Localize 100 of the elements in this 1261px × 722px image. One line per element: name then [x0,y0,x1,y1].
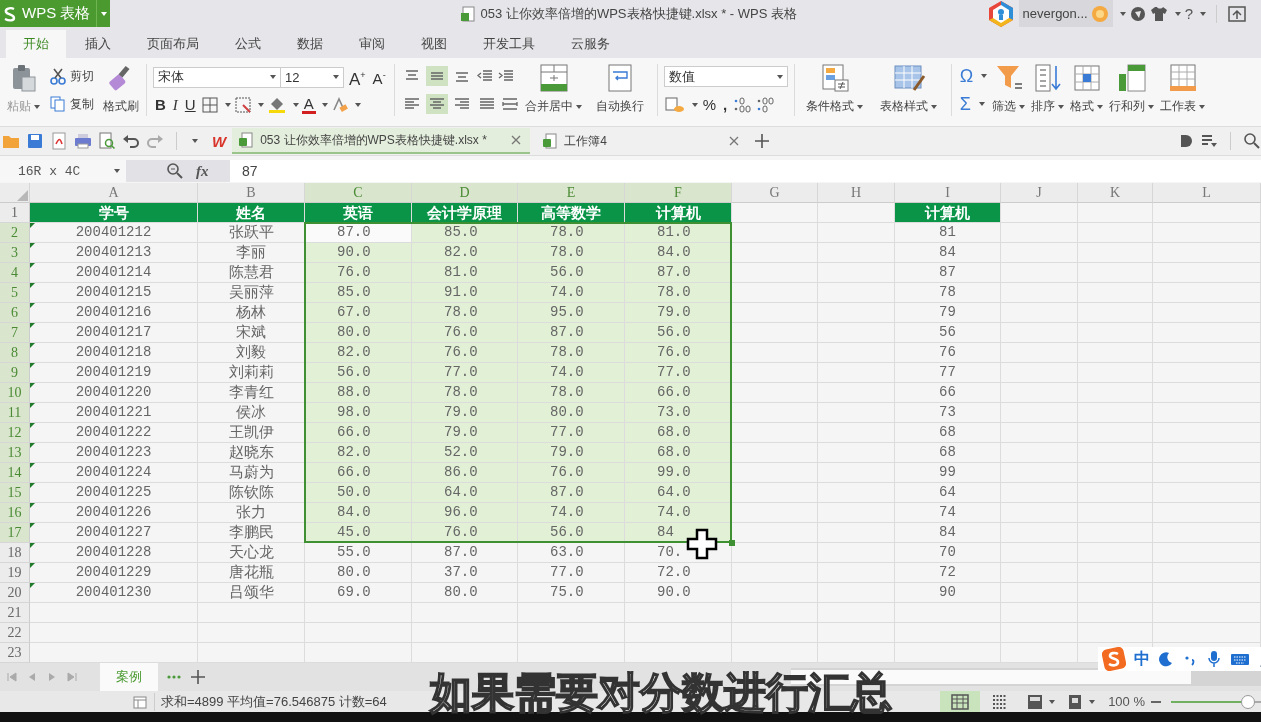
table-cell: 84 [895,523,1001,543]
sheet-tab[interactable]: 案例 [100,663,158,691]
app-logo[interactable]: W [212,132,227,150]
column-header[interactable]: C [305,183,412,203]
function-label[interactable]: fx [196,162,209,180]
sheet-button[interactable]: 工作表 [1157,58,1209,126]
app-menu-button[interactable]: WPS 表格 [0,0,96,27]
menu-tab[interactable]: 视图 [404,30,464,58]
row-header[interactable]: 19 [0,563,30,583]
cut-button[interactable]: 剪切 [49,67,94,85]
menu-tab[interactable]: 审阅 [342,30,402,58]
name-box[interactable]: 16R x 4C [0,160,126,182]
row-header[interactable]: 13 [0,443,30,463]
format-painter-button[interactable]: 格式刷 [100,58,142,126]
table-cell: 77 [895,363,1001,383]
column-header[interactable]: H [818,183,895,203]
table-cell: 82.0 [305,443,412,463]
table-cell: 76.0 [412,523,518,543]
document-tab[interactable]: 工作簿4 [536,128,749,154]
table-cell: 37.0 [412,563,518,583]
menu-tab[interactable]: 插入 [68,30,128,58]
font-color-button[interactable]: A [301,96,316,115]
column-header[interactable]: A [30,183,198,203]
column-header[interactable]: L [1153,183,1261,203]
table-cell: 78 [895,283,1001,303]
row-header[interactable]: 8 [0,343,30,363]
underline-button[interactable]: U [182,96,198,115]
symbol-button[interactable]: Ω [957,67,976,85]
table-cell: 95.0 [518,303,625,323]
row-header[interactable]: 20 [0,583,30,603]
row-header[interactable]: 2 [0,223,30,243]
table-style-button[interactable]: 表格样式 [870,58,947,126]
percent-button[interactable]: % [700,95,718,114]
help-button[interactable]: ? [1184,5,1193,22]
row-header[interactable]: 14 [0,463,30,483]
row-header[interactable]: 7 [0,323,30,343]
account-button[interactable]: nevergon... [1018,0,1113,27]
number-format-field[interactable]: 数值 [663,66,788,88]
column-header[interactable]: D [412,183,518,203]
table-cell: 82.0 [412,243,518,263]
input-mode[interactable]: 中 [1134,648,1150,670]
row-header[interactable]: 5 [0,283,30,303]
table-cell: 85.0 [412,223,518,243]
merge-center-button[interactable]: 合并居中 [520,58,587,126]
table-cell: 200401220 [30,383,198,403]
column-header[interactable]: E [518,183,625,203]
menu-tab[interactable]: 数据 [280,30,340,58]
grow-font-button[interactable]: A$^{+}$ [347,65,368,89]
table-cell: 96.0 [412,503,518,523]
sum-button[interactable]: Σ [957,95,973,113]
ime-toolbar[interactable]: 中 [1098,647,1261,671]
table-cell: 85.0 [305,283,412,303]
table-cell: 李青红 [198,383,305,403]
menu-tab[interactable]: 云服务 [554,30,627,58]
bold-button[interactable]: B [153,96,168,115]
font-size-field[interactable]: 12 [280,66,344,88]
row-header[interactable]: 18 [0,543,30,563]
row-header[interactable]: 12 [0,423,30,443]
shrink-font-button[interactable]: A$^{-}$ [370,66,388,89]
conditional-format-button[interactable]: 条件格式 [798,58,871,126]
document-tab[interactable]: 053 让你效率倍增的WPS表格快捷键.xlsx * [232,128,531,154]
row-header[interactable]: 9 [0,363,30,383]
sort-button[interactable]: 排序 [1028,58,1068,126]
font-name-field[interactable]: 宋体 [153,66,281,88]
header-cell: 计算机 [625,203,732,223]
copy-button[interactable]: 复制 [49,95,94,113]
row-header[interactable]: 10 [0,383,30,403]
column-header[interactable]: B [198,183,305,203]
row-header[interactable]: 17 [0,523,30,543]
row-header[interactable]: 4 [0,263,30,283]
table-cell: 68 [895,423,1001,443]
row-header[interactable]: 3 [0,243,30,263]
rowcol-button[interactable]: 行和列 [1106,58,1158,126]
row-header[interactable]: 22 [0,623,30,643]
row-header[interactable]: 23 [0,643,30,663]
column-header[interactable]: I [895,183,1001,203]
header-cell: 计算机 [895,203,1001,223]
row-header[interactable]: 16 [0,503,30,523]
italic-button[interactable]: I [170,96,180,115]
row-header[interactable]: 11 [0,403,30,423]
row-header[interactable]: 6 [0,303,30,323]
column-header[interactable]: G [732,183,818,203]
column-header[interactable]: J [1001,183,1078,203]
menu-tab[interactable]: 开始 [6,30,66,58]
formula-field[interactable]: 87 [230,160,1261,182]
menu-tab[interactable]: 公式 [218,30,278,58]
row-header[interactable]: 21 [0,603,30,623]
format-button[interactable]: 格式 [1067,58,1107,126]
paste-button[interactable]: 粘贴 [4,58,43,126]
menu-tab[interactable]: 页面布局 [130,30,216,58]
column-header[interactable]: F [625,183,732,203]
table-cell: 赵晓东 [198,443,305,463]
row-header[interactable]: 15 [0,483,30,503]
row-header[interactable]: 1 [0,203,30,223]
column-header[interactable]: K [1078,183,1153,203]
table-cell: 55.0 [305,543,412,563]
wrap-text-button[interactable]: 自动换行 [586,58,653,126]
menu-tab[interactable]: 开发工具 [466,30,552,58]
filter-button[interactable]: 筛选 [989,58,1029,126]
comma-style-button[interactable]: , [720,95,730,114]
